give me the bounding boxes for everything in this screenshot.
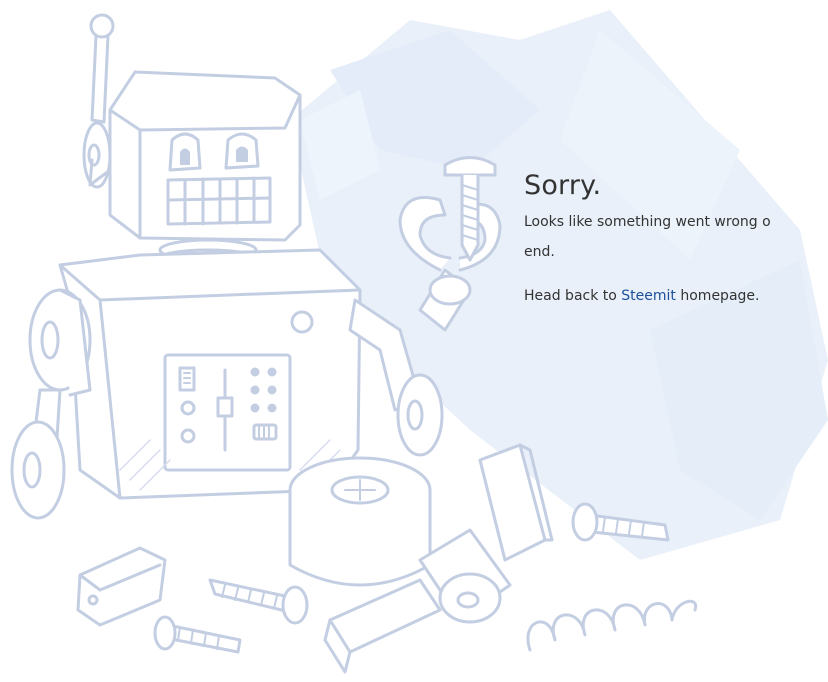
head-back-prefix: Head back to xyxy=(524,288,622,304)
error-message: Sorry. Looks like something went wrong o… xyxy=(524,170,828,311)
head-back-text: Head back to Steemit homepage. xyxy=(524,281,828,311)
steemit-homepage-link[interactable]: Steemit xyxy=(621,288,676,304)
tape-roll xyxy=(288,456,432,587)
broken-robot-illustration xyxy=(10,10,828,674)
error-description-line-1: Looks like something went wrong o xyxy=(524,214,771,230)
robot-torso xyxy=(58,248,362,500)
head-back-suffix: homepage. xyxy=(675,288,760,304)
robot-head xyxy=(88,70,302,242)
error-heading: Sorry. xyxy=(524,170,602,201)
error-description-line-2: end. xyxy=(524,244,555,260)
loose-cube xyxy=(76,546,167,627)
loose-bar xyxy=(323,578,442,674)
loose-spring xyxy=(526,599,698,652)
error-page: Sorry. Looks like something went wrong o… xyxy=(0,0,828,682)
